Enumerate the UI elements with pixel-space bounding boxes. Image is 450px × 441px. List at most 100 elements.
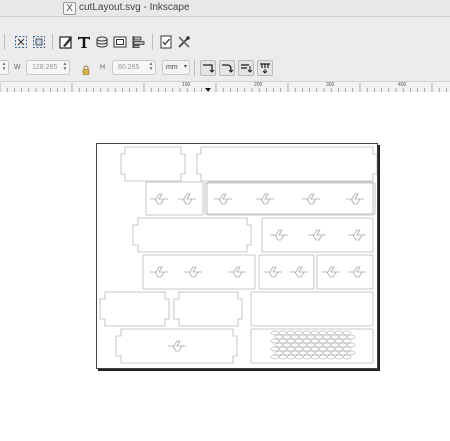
bolt-slot <box>290 266 308 278</box>
living-hinge-cut <box>322 350 332 356</box>
document-page[interactable] <box>96 143 378 369</box>
spinner-arrows-icon[interactable]: ▲ ▼ <box>62 62 68 73</box>
toolbar-separator <box>52 34 53 50</box>
living-hinge-cut <box>286 346 296 352</box>
bolt-slot <box>228 266 246 278</box>
living-hinge-cut <box>346 342 356 348</box>
toolbar-separator <box>194 60 195 76</box>
bolt-slot <box>348 266 366 278</box>
living-hinge-cut <box>326 330 336 336</box>
living-hinge-cut <box>338 342 348 348</box>
objects-icon[interactable] <box>94 34 110 50</box>
living-hinge-cut <box>322 342 332 348</box>
living-hinge-cut <box>342 354 352 360</box>
living-hinge-cut <box>302 330 312 336</box>
text-and-font-icon[interactable] <box>76 34 92 50</box>
living-hinge-cut <box>274 334 284 340</box>
living-hinge-cut <box>310 346 320 352</box>
bolt-slot <box>168 340 186 352</box>
living-hinge-cut <box>342 346 352 352</box>
move-patterns-icon[interactable] <box>257 60 273 76</box>
title-bar: X cutLayout.svg - Inkscape <box>0 0 450 17</box>
ruler-label: 200 <box>254 82 263 88</box>
w-label: W <box>14 64 21 71</box>
bolt-slot <box>308 229 326 241</box>
bolt-slot <box>302 193 320 205</box>
living-hinge-cut <box>298 350 308 356</box>
living-hinge-cut <box>314 342 324 348</box>
cut-layout-drawing[interactable] <box>97 144 378 368</box>
spinner-arrows-icon[interactable]: ▲ ▼ <box>148 62 154 73</box>
select-all-icon[interactable] <box>13 34 29 50</box>
living-hinge-cut <box>278 354 288 360</box>
select-all-in-all-layers-icon[interactable] <box>31 34 47 50</box>
living-hinge-cut <box>306 334 316 340</box>
align-and-distribute-icon[interactable] <box>130 34 146 50</box>
cut-panel <box>132 217 252 253</box>
cut-panel <box>206 181 374 216</box>
living-hinge-cut <box>326 354 336 360</box>
living-hinge-cut <box>290 334 300 340</box>
chevron-down-icon: ▾ <box>183 64 187 70</box>
ruler-ticks <box>0 83 447 92</box>
living-hinge-cut <box>310 330 320 336</box>
fill-and-stroke-icon[interactable] <box>58 34 74 50</box>
living-hinge-cut <box>282 334 292 340</box>
living-hinge-cut <box>334 354 344 360</box>
living-hinge-cut <box>346 334 356 340</box>
ruler-label: 400 <box>398 82 407 88</box>
bolt-slot <box>256 193 274 205</box>
living-hinge-cut <box>346 350 356 356</box>
living-hinge-cut <box>310 338 320 344</box>
living-hinge-cut <box>294 346 304 352</box>
document-properties-icon[interactable] <box>112 34 128 50</box>
living-hinge-cut <box>282 342 292 348</box>
xml-editor-icon[interactable] <box>176 34 192 50</box>
cut-panel <box>250 291 374 327</box>
scale-corners-icon[interactable] <box>219 60 235 76</box>
living-hinge-cut <box>270 354 280 360</box>
living-hinge-cut <box>294 330 304 336</box>
living-hinge-cut <box>270 346 280 352</box>
cut-panel <box>115 328 238 364</box>
living-hinge-cut <box>330 334 340 340</box>
unit-select[interactable]: mm ▾ <box>162 60 190 75</box>
height-field[interactable]: 60.265 ▲ ▼ <box>112 60 156 75</box>
tool-controls-bar: ▲ ▼ W 128.265 ▲ ▼ H 60.265 ▲ ▼ mm ▾ <box>0 55 450 81</box>
preferences-icon[interactable] <box>158 34 174 50</box>
scale-stroke-icon[interactable] <box>200 60 216 76</box>
living-hinge-cut <box>310 354 320 360</box>
commands-toolbar <box>0 17 450 56</box>
living-hinge-cut <box>314 334 324 340</box>
living-hinge-cut <box>286 338 296 344</box>
bolt-slot <box>214 193 232 205</box>
living-hinge-cut <box>326 338 336 344</box>
living-hinge-cut <box>294 354 304 360</box>
living-hinge-cut <box>318 346 328 352</box>
toolbar-separator <box>4 34 5 50</box>
living-hinge-cut <box>322 334 332 340</box>
bolt-slot <box>264 266 282 278</box>
living-hinge-cut <box>290 350 300 356</box>
cut-panel <box>173 291 243 327</box>
width-field[interactable]: 128.265 ▲ ▼ <box>26 60 70 75</box>
unit-value: mm <box>166 64 178 71</box>
ruler-label: 100 <box>182 82 191 88</box>
ruler-label: 300 <box>326 82 335 88</box>
move-gradients-icon[interactable] <box>238 60 254 76</box>
cut-panel <box>204 182 376 215</box>
width-value: 128.265 <box>32 64 58 71</box>
living-hinge-cut <box>338 350 348 356</box>
living-hinge-cut <box>318 338 328 344</box>
living-hinge-cut <box>342 338 352 344</box>
bolt-slot <box>322 266 340 278</box>
living-hinge-cut <box>334 338 344 344</box>
cut-panel <box>120 146 186 182</box>
living-hinge-cut <box>306 342 316 348</box>
bolt-slot <box>150 266 168 278</box>
lock-proportions-icon[interactable] <box>82 62 90 75</box>
x-field[interactable]: ▲ ▼ <box>0 60 9 75</box>
living-hinge-cut <box>278 346 288 352</box>
spinner-arrows-icon[interactable]: ▲ ▼ <box>1 62 7 73</box>
living-hinge-cut <box>298 334 308 340</box>
